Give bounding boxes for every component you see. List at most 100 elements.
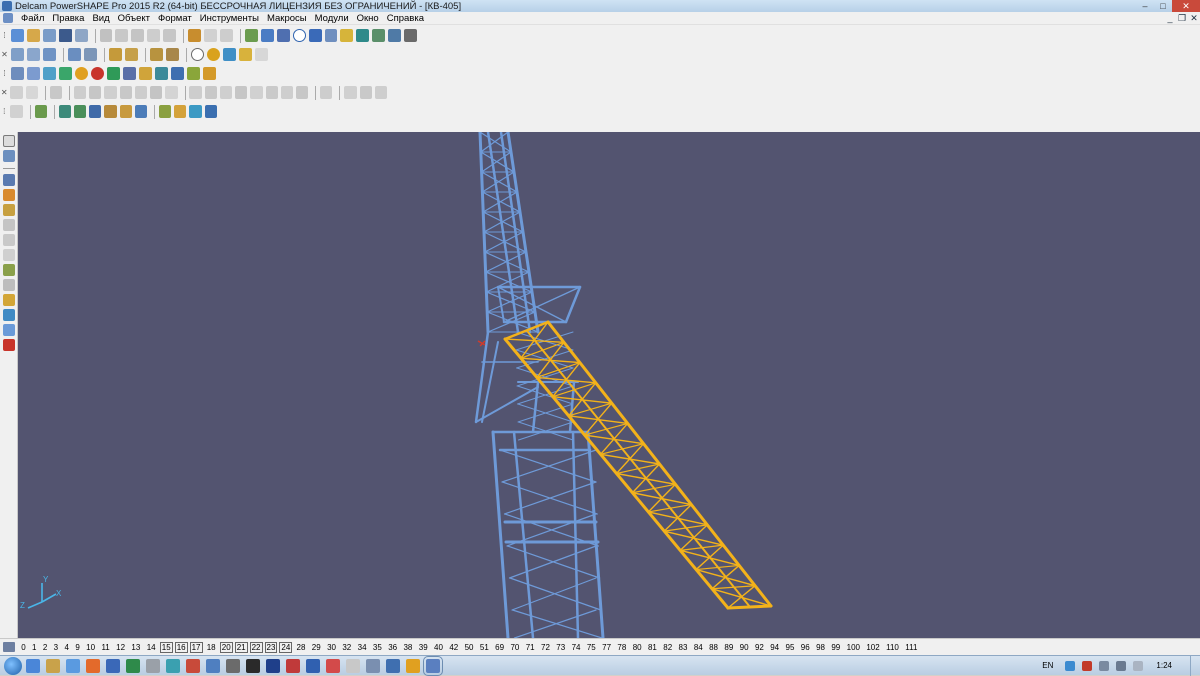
delete-icon[interactable] <box>163 29 177 42</box>
level-77[interactable]: 77 <box>599 642 614 653</box>
level-50[interactable]: 50 <box>461 642 476 653</box>
menu-tools[interactable]: Инструменты <box>196 13 263 24</box>
erase-icon[interactable] <box>147 29 161 42</box>
component-replace-icon[interactable] <box>89 105 102 118</box>
level-84[interactable]: 84 <box>691 642 706 653</box>
network-icon[interactable] <box>1099 660 1110 671</box>
component-move-icon[interactable] <box>134 105 148 118</box>
close-button[interactable]: ✕ <box>1172 0 1200 12</box>
taskbar-app12-icon[interactable] <box>246 658 260 673</box>
toolbar-grip-icon[interactable]: ⁞ <box>0 66 9 81</box>
doc-restore-button[interactable]: ❐ <box>1176 13 1188 24</box>
tray-app-icon[interactable] <box>1065 660 1076 671</box>
view-cube-icon[interactable] <box>68 48 81 61</box>
select-tool-icon[interactable] <box>244 29 258 42</box>
solid-cut-icon[interactable] <box>104 86 117 99</box>
component-explode-icon[interactable] <box>119 105 132 118</box>
symbol-icon[interactable] <box>2 294 15 306</box>
level-23[interactable]: 23 <box>264 641 278 653</box>
menu-modules[interactable]: Модули <box>311 13 353 24</box>
redo-icon[interactable] <box>204 29 217 42</box>
level-15[interactable]: 15 <box>159 641 173 653</box>
level-92[interactable]: 92 <box>752 642 767 653</box>
level-17[interactable]: 17 <box>189 641 203 653</box>
level-90[interactable]: 90 <box>736 642 751 653</box>
language-indicator[interactable]: EN <box>1042 661 1053 670</box>
zoom-fit-icon[interactable] <box>166 48 179 61</box>
shade-icon[interactable] <box>155 67 168 80</box>
solid-pattern-icon[interactable] <box>189 86 202 99</box>
taskbar-app7-icon[interactable] <box>146 658 160 673</box>
select-filter-icon[interactable] <box>2 150 15 162</box>
taskbar-explorer-icon[interactable] <box>26 658 40 673</box>
polyline-tool-icon[interactable] <box>276 29 290 42</box>
taskbar-app14-icon[interactable] <box>286 658 300 673</box>
menu-window[interactable]: Окно <box>353 13 383 24</box>
level-11[interactable]: 11 <box>98 642 113 653</box>
view-iso2-icon[interactable] <box>27 48 40 61</box>
level-18[interactable]: 18 <box>204 642 219 653</box>
show-desktop-button[interactable] <box>1190 655 1200 676</box>
level-69[interactable]: 69 <box>492 642 507 653</box>
solid-edit-icon[interactable] <box>359 86 372 99</box>
graphics-viewport[interactable]: Y X Z <box>18 132 1200 638</box>
view-iso1-icon[interactable] <box>11 48 24 61</box>
level-14[interactable]: 14 <box>144 642 159 653</box>
menu-edit[interactable]: Правка <box>48 13 88 24</box>
tray-security-icon[interactable] <box>1082 660 1093 671</box>
solid-chamfer-icon[interactable] <box>134 86 148 99</box>
wire-icon[interactable] <box>2 204 15 216</box>
level-40[interactable]: 40 <box>431 642 446 653</box>
menu-format[interactable]: Формат <box>154 13 196 24</box>
solid-revolve-icon[interactable] <box>235 86 248 99</box>
zoom-window-icon[interactable] <box>150 48 163 61</box>
document-icon[interactable] <box>3 13 13 23</box>
warning-icon[interactable] <box>2 189 15 201</box>
level-70[interactable]: 70 <box>507 642 522 653</box>
solid-boss-icon[interactable] <box>89 86 102 99</box>
solid-move-icon[interactable] <box>374 86 387 99</box>
cut-icon[interactable] <box>99 29 113 42</box>
toolbar-close-icon[interactable]: ✕ <box>0 85 8 100</box>
component-add-icon[interactable] <box>58 105 71 118</box>
level-51[interactable]: 51 <box>477 642 492 653</box>
solid-mirror-icon[interactable] <box>204 86 217 99</box>
minimize-button[interactable]: – <box>1136 0 1154 12</box>
level-16[interactable]: 16 <box>174 641 188 653</box>
level-71[interactable]: 71 <box>523 642 538 653</box>
level-12[interactable]: 12 <box>113 642 128 653</box>
sphere-red-icon[interactable] <box>91 67 104 80</box>
undo-icon[interactable] <box>188 29 202 42</box>
level-98[interactable]: 98 <box>813 642 828 653</box>
save-icon[interactable] <box>58 29 72 42</box>
solid-sweep-icon[interactable] <box>250 86 263 99</box>
open-folder-icon[interactable] <box>26 29 40 42</box>
level-99[interactable]: 99 <box>828 642 843 653</box>
solid-history-icon[interactable] <box>320 86 333 99</box>
level-80[interactable]: 80 <box>630 642 645 653</box>
level-9[interactable]: 9 <box>72 642 83 653</box>
redo-all-icon[interactable] <box>220 29 233 42</box>
taskbar-firefox-icon[interactable] <box>86 658 100 673</box>
document-icon-2[interactable] <box>27 67 40 80</box>
level-73[interactable]: 73 <box>553 642 568 653</box>
workplane-icon[interactable] <box>59 67 72 80</box>
mate-icon[interactable] <box>174 105 187 118</box>
level-94[interactable]: 94 <box>767 642 782 653</box>
level-78[interactable]: 78 <box>614 642 629 653</box>
level-39[interactable]: 39 <box>416 642 431 653</box>
toolbar-close-icon[interactable]: ✕ <box>0 47 9 62</box>
solid-shell-icon[interactable] <box>150 86 163 99</box>
level-28[interactable]: 28 <box>293 642 308 653</box>
layer-icon[interactable] <box>43 67 56 80</box>
taskbar-app20-icon[interactable] <box>406 658 420 673</box>
circle-tool-icon[interactable] <box>292 29 306 42</box>
toolbar-grip-icon[interactable]: ⁞ <box>0 28 9 43</box>
surface-tool-icon[interactable] <box>340 29 354 42</box>
dimension-icon[interactable] <box>2 249 15 261</box>
paste-icon[interactable] <box>131 29 145 42</box>
level-21[interactable]: 21 <box>234 641 248 653</box>
clash-icon[interactable] <box>189 105 202 118</box>
taskbar-word-icon[interactable] <box>106 658 120 673</box>
point-icon[interactable] <box>2 174 15 186</box>
